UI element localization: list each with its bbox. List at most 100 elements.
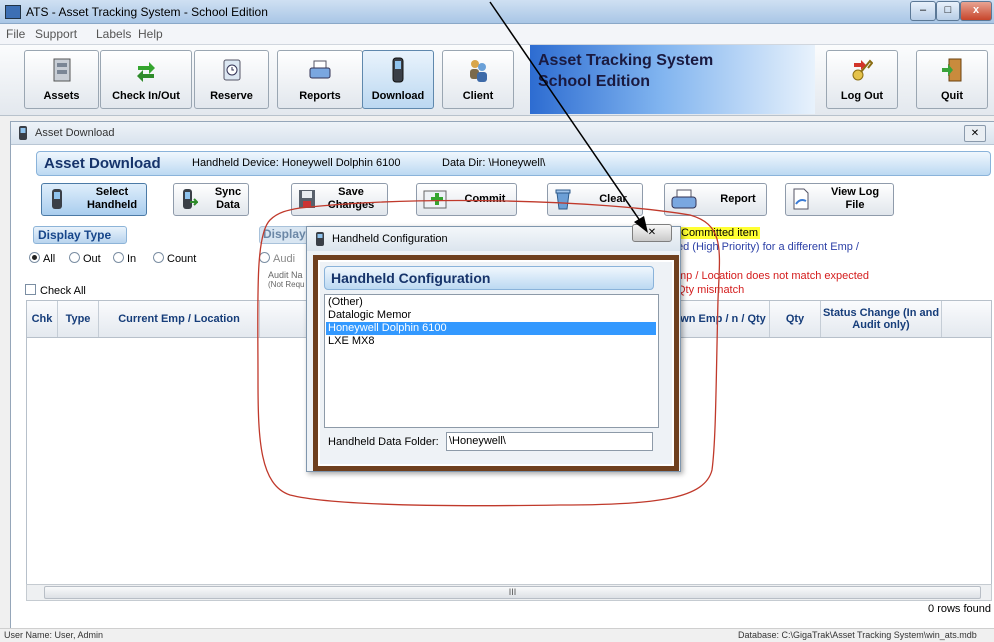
radio-out[interactable]: Out xyxy=(69,252,101,265)
dialog-header-title: Handheld Configuration xyxy=(331,270,491,286)
handheld-data-folder-label: Handheld Data Folder: xyxy=(328,436,439,448)
col-type[interactable]: Type xyxy=(58,301,99,337)
commit-icon xyxy=(423,190,447,209)
col-download-emp-qty[interactable]: wn Emp / n / Qty xyxy=(677,301,770,337)
assets-label: Assets xyxy=(43,90,80,102)
app-icon xyxy=(5,5,21,19)
main-toolbar: Assets Check In/Out Reserve Reports Down… xyxy=(0,45,994,116)
quit-button[interactable]: Quit xyxy=(916,50,988,109)
printer-icon xyxy=(309,60,331,79)
legend-committed: Committed item xyxy=(679,227,761,239)
download-button[interactable]: Download xyxy=(362,50,434,109)
reserve-label: Reserve xyxy=(210,90,253,102)
device-list[interactable]: (Other) Datalogic Memor Honeywell Dolphi… xyxy=(324,294,659,428)
log-out-label: Log Out xyxy=(840,90,884,102)
menu-bar: File Support Labels Help xyxy=(0,24,994,45)
child-close-button[interactable]: ✕ xyxy=(964,125,986,142)
assets-icon xyxy=(53,58,71,82)
legend-qty-mismatch: Qty mismatch xyxy=(677,284,745,296)
handheld-device-info: Handheld Device: Honeywell Dolphin 6100 xyxy=(192,157,401,169)
dialog-close-button[interactable]: ✕ xyxy=(632,224,672,242)
menu-labels[interactable]: Labels xyxy=(96,27,131,41)
dialog-content: Handheld Configuration (Other) Datalogic… xyxy=(320,262,672,464)
dialog-header: Handheld Configuration xyxy=(324,266,654,290)
save-changes-label-2: Changes xyxy=(327,199,375,211)
handheld-sync-icon xyxy=(183,189,198,209)
reports-label: Reports xyxy=(299,90,341,102)
dialog-content-frame: Handheld Configuration (Other) Datalogic… xyxy=(313,255,679,471)
status-bar: User Name: User, Admin Database: C:\Giga… xyxy=(0,628,994,642)
client-label: Client xyxy=(462,90,494,102)
data-dir-info: Data Dir: \Honeywell\ xyxy=(442,157,546,169)
save-icon xyxy=(299,190,315,208)
radio-all[interactable]: All xyxy=(29,252,55,265)
reserve-button[interactable]: Reserve xyxy=(194,50,269,109)
section-title: Asset Download xyxy=(44,155,161,172)
report-button[interactable]: Report xyxy=(664,183,767,216)
audit-required-note: (Not Requ xyxy=(268,280,305,289)
product-banner: Asset Tracking System School Edition xyxy=(530,45,815,114)
sync-data-label-2: Data xyxy=(216,199,240,211)
menu-support[interactable]: Support xyxy=(35,27,77,41)
log-file-icon xyxy=(793,188,809,210)
log-out-button[interactable]: Log Out xyxy=(826,50,898,109)
reports-button[interactable]: Reports xyxy=(277,50,363,109)
view-log-file-button[interactable]: View Log File xyxy=(785,183,894,216)
child-window-title-bar: Asset Download ✕ xyxy=(11,122,994,145)
save-changes-label-1: Save xyxy=(338,186,364,198)
check-all-checkbox[interactable]: Check All xyxy=(25,284,86,297)
recycle-bin-icon xyxy=(555,189,571,210)
col-current-emp-location[interactable]: Current Emp / Location xyxy=(99,301,260,337)
menu-file[interactable]: File xyxy=(6,27,25,41)
close-button[interactable]: x xyxy=(960,1,992,21)
exit-door-icon xyxy=(942,58,962,82)
legend-mismatch: mp / Location does not match expected xyxy=(677,270,870,282)
banner-title: Asset Tracking System xyxy=(538,52,714,69)
status-user: User Name: User, Admin xyxy=(4,630,104,640)
client-button[interactable]: Client xyxy=(442,50,514,109)
rows-found-count: 0 rows found xyxy=(928,603,991,615)
col-status-change[interactable]: Status Change (In and Audit only) xyxy=(821,301,942,337)
radio-audit[interactable]: Audi xyxy=(259,252,295,265)
download-label: Download xyxy=(371,90,425,102)
maximize-button[interactable]: □ xyxy=(936,1,960,21)
sync-data-label-1: Sync xyxy=(214,186,242,198)
radio-in[interactable]: In xyxy=(113,252,136,265)
device-option-honeywell[interactable]: Honeywell Dolphin 6100 xyxy=(326,322,656,335)
commit-button[interactable]: Commit xyxy=(416,183,517,216)
col-qty[interactable]: Qty xyxy=(770,301,821,337)
check-in-out-label: Check In/Out xyxy=(112,90,180,102)
radio-count[interactable]: Count xyxy=(153,252,196,265)
dialog-title: Handheld Configuration xyxy=(332,233,448,245)
sync-data-button[interactable]: Sync Data xyxy=(173,183,249,216)
handheld-data-folder-input[interactable]: \Honeywell\ xyxy=(446,432,653,451)
display-type-label: Display Type xyxy=(33,226,127,244)
assets-button[interactable]: Assets xyxy=(24,50,99,109)
check-in-out-button[interactable]: Check In/Out xyxy=(100,50,192,109)
handheld-small-icon xyxy=(19,126,27,140)
device-option-lxe[interactable]: LXE MX8 xyxy=(326,335,656,348)
select-handheld-button[interactable]: Select Handheld xyxy=(41,183,147,216)
window-title-bar: ATS - Asset Tracking System - School Edi… xyxy=(0,0,994,24)
view-log-label-1: View Log xyxy=(830,186,880,198)
clear-button[interactable]: Clear xyxy=(547,183,643,216)
check-in-out-icon xyxy=(137,62,155,82)
window-title: ATS - Asset Tracking System - School Edi… xyxy=(26,5,268,19)
horizontal-scrollbar[interactable]: III xyxy=(26,584,992,601)
handheld-configuration-dialog: Handheld Configuration Handheld Configur… xyxy=(306,226,681,472)
clear-label: Clear xyxy=(599,193,627,205)
handheld-small-icon xyxy=(316,232,324,246)
save-changes-button[interactable]: Save Changes xyxy=(291,183,388,216)
reserve-icon xyxy=(223,59,241,81)
handheld-icon xyxy=(392,57,404,83)
audit-name-label: Audit Na xyxy=(268,270,303,280)
select-handheld-label-1: Select xyxy=(95,186,129,198)
client-icon xyxy=(470,60,487,82)
asset-download-header: Asset Download Handheld Device: Honeywel… xyxy=(36,151,991,176)
device-option-datalogic[interactable]: Datalogic Memor xyxy=(326,309,656,322)
minimize-button[interactable]: – xyxy=(910,1,936,21)
device-option-other[interactable]: (Other) xyxy=(326,296,656,309)
menu-help[interactable]: Help xyxy=(138,27,163,41)
scrollbar-thumb[interactable]: III xyxy=(44,586,981,599)
col-chk[interactable]: Chk xyxy=(27,301,58,337)
